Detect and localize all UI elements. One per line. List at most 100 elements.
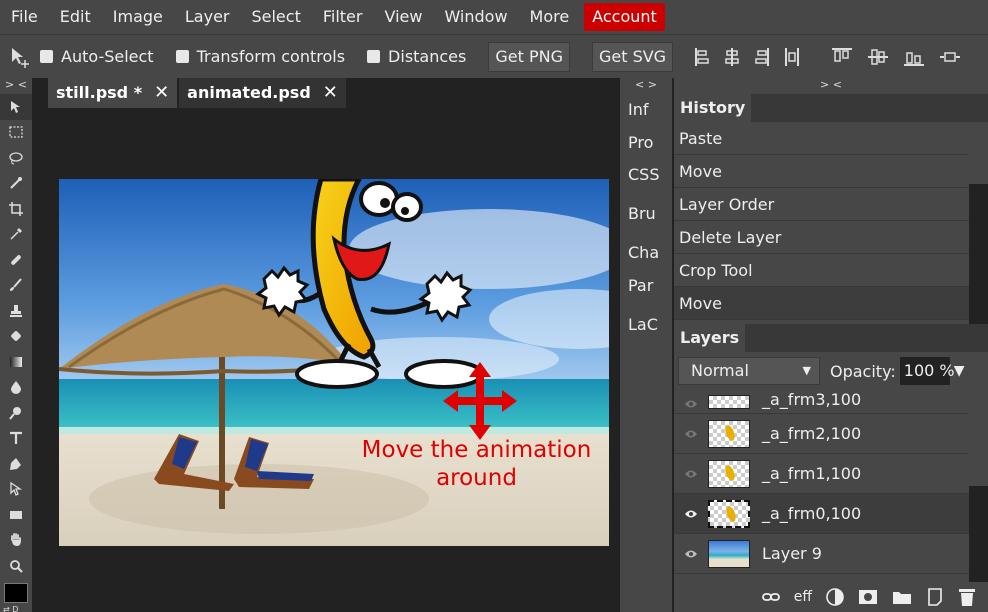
eye-icon[interactable] — [674, 509, 708, 519]
caption-line: Move the animation — [361, 437, 592, 463]
collapse-tools-toggle[interactable]: > < — [0, 78, 32, 94]
mini-panel-character[interactable]: Cha — [620, 243, 672, 262]
lasso-tool[interactable] — [0, 145, 32, 171]
collapse-mini-toggle[interactable]: < > — [620, 78, 672, 94]
layers-scrollbar[interactable] — [969, 486, 988, 582]
close-icon[interactable]: ✕ — [323, 78, 338, 108]
distribute-h-icon[interactable] — [784, 47, 800, 67]
new-layer-icon[interactable] — [926, 588, 944, 606]
menu-window[interactable]: Window — [433, 0, 518, 34]
healing-tool[interactable] — [0, 247, 32, 273]
quick-select-tool[interactable] — [0, 171, 32, 197]
hand-icon — [11, 533, 21, 547]
collapse-right-toggle[interactable]: > < — [674, 78, 988, 94]
crop-tool[interactable] — [0, 196, 32, 222]
menu-view[interactable]: View — [373, 0, 433, 34]
adjustment-icon[interactable] — [826, 588, 844, 606]
trash-icon[interactable] — [958, 587, 976, 607]
align-right-icon[interactable] — [754, 47, 770, 67]
brush-tool[interactable] — [0, 273, 32, 299]
swap-colors-icon[interactable]: ⇄ D — [3, 605, 18, 612]
color-swatches[interactable]: ⇄ D — [0, 579, 32, 612]
menu-layer[interactable]: Layer — [174, 0, 241, 34]
checkbox-box[interactable] — [40, 50, 53, 63]
history-scrollbar[interactable] — [969, 184, 988, 324]
link-icon[interactable] — [761, 592, 780, 602]
align-bottom-icon[interactable] — [903, 47, 925, 67]
pen-tool[interactable] — [0, 451, 32, 477]
mini-panel-layer-comps[interactable]: LaC — [620, 315, 672, 334]
history-item[interactable]: Delete Layer — [674, 221, 969, 254]
eye-icon[interactable] — [674, 429, 708, 439]
menu-select[interactable]: Select — [240, 0, 311, 34]
get-svg-button[interactable]: Get SVG — [591, 41, 674, 72]
align-left-icon[interactable] — [694, 47, 710, 67]
eye-icon[interactable] — [674, 399, 708, 409]
history-item[interactable]: Crop Tool — [674, 254, 969, 287]
eye-icon[interactable] — [674, 469, 708, 479]
folder-icon[interactable] — [892, 589, 912, 605]
mini-panel-info[interactable]: Inf — [620, 100, 672, 119]
tab-layers[interactable]: Layers — [674, 324, 746, 352]
align-center-h-icon[interactable] — [724, 47, 740, 67]
blur-tool[interactable] — [0, 375, 32, 401]
layer-row[interactable]: _a_frm1,100 — [674, 454, 969, 494]
eye-icon[interactable] — [674, 549, 708, 559]
account-button[interactable]: Account — [584, 3, 665, 31]
opacity-label: Opacity: — [830, 361, 896, 381]
align-top-icon[interactable] — [831, 47, 853, 67]
dodge-tool[interactable] — [0, 400, 32, 426]
menu-more[interactable]: More — [519, 0, 581, 34]
checkbox-box[interactable] — [367, 50, 381, 63]
checkbox-box[interactable] — [175, 50, 189, 63]
transform-controls-checkbox[interactable]: Transform controls — [175, 47, 345, 66]
opacity-input[interactable]: 100 % — [899, 357, 955, 385]
auto-select-checkbox[interactable]: Auto-Select — [40, 47, 154, 66]
layer-row[interactable]: _a_frm0,100 — [674, 494, 969, 534]
menu-filter[interactable]: Filter — [312, 0, 374, 34]
menu-edit[interactable]: Edit — [49, 0, 102, 34]
marquee-tool[interactable] — [0, 120, 32, 146]
align-middle-icon[interactable] — [867, 47, 889, 67]
dodge-icon — [9, 406, 21, 420]
menu-file[interactable]: File — [0, 0, 49, 34]
history-list: Paste Move Layer Order Delete Layer Crop… — [674, 122, 988, 320]
eyedropper-tool[interactable] — [0, 222, 32, 248]
tab-still-psd[interactable]: still.psd * ✕ — [48, 78, 178, 108]
shape-tool[interactable] — [0, 502, 32, 528]
type-tool[interactable] — [0, 426, 32, 452]
mini-panel-paragraph[interactable]: Par — [620, 276, 672, 295]
menu-bar: File Edit Image Layer Select Filter View… — [0, 0, 988, 34]
history-item[interactable]: Layer Order — [674, 188, 969, 221]
mini-panel-brush[interactable]: Bru — [620, 204, 672, 223]
distribute-v-icon[interactable] — [939, 47, 961, 67]
layer-row[interactable]: Layer 9 — [674, 534, 969, 574]
zoom-tool[interactable] — [0, 553, 32, 579]
history-item[interactable]: Move — [674, 287, 969, 320]
blend-mode-select[interactable]: Normal ▼ — [678, 357, 820, 385]
path-select-tool[interactable] — [0, 477, 32, 503]
mask-icon[interactable] — [858, 589, 878, 605]
layer-row[interactable]: _a_frm2,100 — [674, 414, 969, 454]
effects-button[interactable]: eff — [794, 589, 812, 605]
menu-image[interactable]: Image — [102, 0, 174, 34]
close-icon[interactable]: ✕ — [154, 78, 169, 108]
history-item[interactable]: Paste — [674, 122, 969, 155]
layer-row[interactable]: _a_frm3,100 — [674, 390, 969, 414]
direct-select-icon — [10, 482, 23, 497]
tab-history[interactable]: History — [674, 94, 752, 122]
gradient-tool[interactable] — [0, 349, 32, 375]
distances-checkbox[interactable]: Distances — [367, 47, 466, 66]
mini-panel-css[interactable]: CSS — [620, 165, 672, 184]
move-tool[interactable] — [0, 94, 32, 120]
get-png-button[interactable]: Get PNG — [488, 41, 570, 72]
foreground-color-swatch[interactable] — [4, 582, 28, 603]
mini-panel-properties[interactable]: Pro — [620, 133, 672, 152]
eraser-tool[interactable] — [0, 324, 32, 350]
opacity-dropdown-icon[interactable]: ▼ — [954, 363, 965, 379]
stamp-tool[interactable] — [0, 298, 32, 324]
hand-tool[interactable] — [0, 528, 32, 554]
image-canvas[interactable]: Move the animation around — [59, 179, 609, 546]
tab-animated-psd[interactable]: animated.psd ✕ — [179, 78, 346, 108]
history-item[interactable]: Move — [674, 155, 969, 188]
